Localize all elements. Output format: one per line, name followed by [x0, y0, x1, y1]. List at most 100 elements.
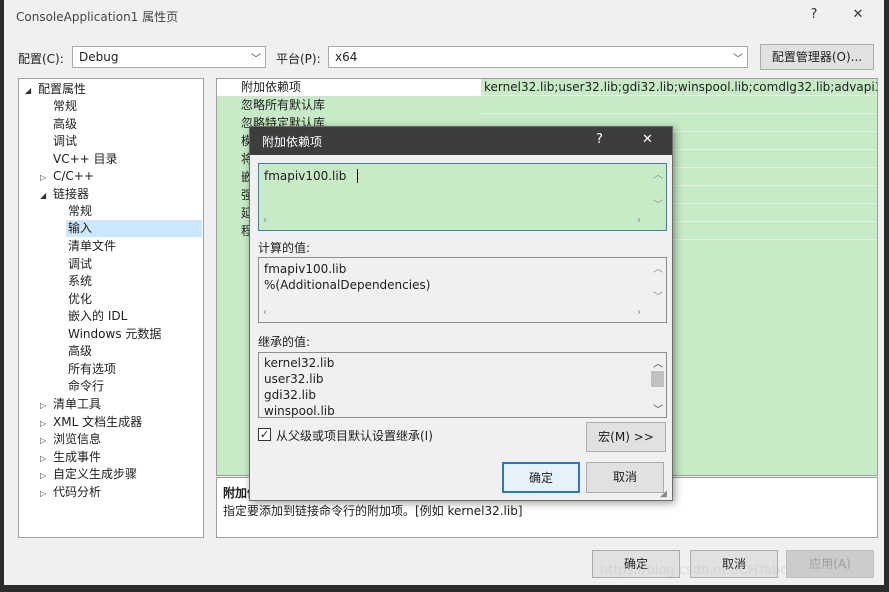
collapsed-icon: ▷: [40, 454, 47, 463]
tree-item[interactable]: 优化: [68, 291, 92, 308]
computed-line: %(AdditionalDependencies): [264, 278, 431, 292]
horizontal-scrollbar[interactable]: ‹ ›: [259, 305, 649, 322]
inherited-line: kernel32.lib: [264, 356, 335, 370]
tree-item[interactable]: ▷ 浏览信息: [40, 431, 101, 448]
horizontal-scrollbar[interactable]: ‹ ›: [259, 213, 649, 230]
tree-item[interactable]: 常规: [68, 203, 92, 220]
tree-item-linker[interactable]: ◢ 链接器: [40, 186, 89, 203]
grid-row-name: 附加依赖项: [217, 79, 481, 96]
chevron-down-icon: ﹀: [733, 54, 743, 65]
tree-item-label: C/C++: [53, 169, 94, 183]
inherited-values-label: 继承的值:: [258, 335, 311, 349]
scroll-right-icon[interactable]: ›: [637, 215, 641, 226]
inherited-values-box[interactable]: kernel32.lib user32.lib gdi32.lib winspo…: [258, 352, 667, 418]
platform-label: 平台(P):: [276, 52, 321, 66]
tree-item[interactable]: VC++ 目录: [53, 151, 118, 168]
close-button[interactable]: ✕: [846, 4, 870, 26]
computed-line: fmapiv100.lib: [264, 262, 347, 276]
dialog-cancel-button[interactable]: 取消: [586, 462, 664, 493]
collapsed-icon: ▷: [40, 419, 47, 428]
tree-item[interactable]: 高级: [53, 116, 77, 133]
collapsed-icon: ▷: [40, 401, 47, 410]
inherit-checkbox[interactable]: ✓: [258, 428, 271, 441]
tree-item-label: 自定义生成步骤: [53, 467, 138, 481]
tree-root[interactable]: ◢ 配置属性: [25, 81, 86, 98]
scroll-up-icon[interactable]: ︿: [653, 166, 663, 181]
config-value: Debug: [79, 50, 119, 64]
collapsed-icon: ▷: [40, 471, 47, 480]
tree-item-label: 生成事件: [53, 450, 102, 464]
tree-item[interactable]: ▷ 自定义生成步骤: [40, 466, 137, 483]
chevron-down-icon: ﹀: [251, 54, 261, 65]
dependencies-input[interactable]: fmapiv100.lib ︿ ﹀ ‹ ›: [258, 163, 667, 231]
scroll-up-icon[interactable]: ︿: [653, 260, 663, 275]
inherited-line: gdi32.lib: [264, 388, 316, 402]
tree-item[interactable]: ▷ XML 文档生成器: [40, 414, 142, 431]
dialog-close-button[interactable]: ✕: [642, 132, 653, 147]
scroll-down-icon[interactable]: ﹀: [653, 401, 663, 416]
scroll-up-icon[interactable]: ︿: [653, 355, 663, 370]
grid-row-value: [481, 97, 877, 114]
tree-item[interactable]: ▷ 清单工具: [40, 396, 101, 413]
tree-item-label: 配置属性: [38, 82, 87, 96]
tree-item-label: 代码分析: [53, 485, 102, 499]
scroll-left-icon[interactable]: ‹: [263, 307, 267, 318]
scroll-left-icon[interactable]: ‹: [263, 215, 267, 226]
scroll-down-icon[interactable]: ﹀: [653, 288, 663, 303]
additional-dependencies-dialog: 附加依赖项 ? ✕ fmapiv100.lib ︿ ﹀ ‹ › 计算的值: fm…: [249, 126, 673, 501]
grid-row[interactable]: 附加依赖项 kernel32.lib;user32.lib;gdi32.lib;…: [217, 79, 878, 96]
tree-item-label: 浏览信息: [53, 432, 102, 446]
dialog-title: 附加依赖项: [262, 135, 323, 149]
description-text: 指定要添加到链接命令行的附加项。[例如 kernel32.lib]: [223, 504, 523, 518]
computed-values-label: 计算的值:: [258, 241, 311, 255]
config-select[interactable]: Debug ﹀: [72, 46, 266, 68]
tree-item[interactable]: 调试: [68, 256, 92, 273]
vertical-scrollbar[interactable]: ︿ ﹀: [649, 164, 666, 213]
grid-row[interactable]: 忽略所有默认库: [217, 97, 877, 114]
tree-item[interactable]: 所有选项: [68, 361, 116, 378]
tree-item-label: 清单工具: [53, 397, 102, 411]
computed-values-box[interactable]: fmapiv100.lib %(AdditionalDependencies) …: [258, 257, 667, 323]
inherit-checkbox-label: 从父级或项目默认设置继承(I): [276, 429, 433, 443]
tree-item-label: XML 文档生成器: [53, 415, 143, 429]
help-button[interactable]: ?: [802, 4, 826, 26]
config-label: 配置(C):: [18, 52, 64, 66]
tree-item[interactable]: ▷ 生成事件: [40, 449, 101, 466]
grid-row-value: kernel32.lib;user32.lib;gdi32.lib;winspo…: [484, 80, 878, 94]
text-caret: [357, 169, 358, 183]
collapsed-icon: ▷: [40, 489, 47, 498]
vertical-scrollbar[interactable]: ︿ ﹀: [649, 353, 666, 417]
collapsed-icon: ▷: [40, 436, 47, 445]
tree-item[interactable]: 常规: [53, 98, 77, 115]
dialog-ok-button[interactable]: 确定: [502, 462, 580, 493]
collapsed-icon: ▷: [40, 173, 47, 182]
scroll-thumb[interactable]: [651, 371, 664, 387]
dialog-title-bar: 附加依赖项 ? ✕: [250, 127, 672, 155]
tree-item[interactable]: 命令行: [68, 378, 104, 395]
macro-button[interactable]: 宏(M) >>: [586, 422, 666, 452]
dialog-help-button[interactable]: ?: [596, 132, 603, 147]
tree-item[interactable]: 高级: [68, 343, 92, 360]
platform-select[interactable]: x64 ﹀: [328, 46, 748, 68]
grid-row-name: 忽略所有默认库: [217, 97, 481, 114]
scroll-down-icon[interactable]: ﹀: [653, 196, 663, 211]
scroll-right-icon[interactable]: ›: [637, 307, 641, 318]
title-bar: ConsoleApplication1 属性页 ? ✕: [4, 0, 884, 30]
tree-item[interactable]: 系统: [68, 273, 92, 290]
tree-item[interactable]: 嵌入的 IDL: [68, 308, 127, 325]
expanded-icon: ◢: [40, 191, 47, 200]
expanded-icon: ◢: [25, 86, 32, 95]
tree-item[interactable]: ▷ 代码分析: [40, 484, 101, 501]
config-manager-button[interactable]: 配置管理器(O)...: [760, 44, 874, 70]
tree-item-input-selected[interactable]: 输入: [66, 220, 202, 237]
tree-item[interactable]: 清单文件: [68, 238, 116, 255]
platform-value: x64: [335, 50, 358, 64]
vertical-scrollbar[interactable]: ︿ ﹀: [649, 258, 666, 305]
tree-item-cpp[interactable]: ▷ C/C++: [40, 168, 94, 185]
tree-item[interactable]: Windows 元数据: [68, 326, 161, 343]
tree-item[interactable]: 调试: [53, 133, 77, 150]
property-tree: ◢ 配置属性 常规 高级 调试 VC++ 目录 ▷ C/C++ ◢ 链接器 常规 输入…: [18, 78, 204, 538]
resize-grip-icon[interactable]: ◢: [660, 489, 667, 499]
watermark: https://blog.csdn.net/CHYabc123456hh: [600, 563, 854, 578]
inherited-line: winspool.lib: [264, 404, 335, 418]
